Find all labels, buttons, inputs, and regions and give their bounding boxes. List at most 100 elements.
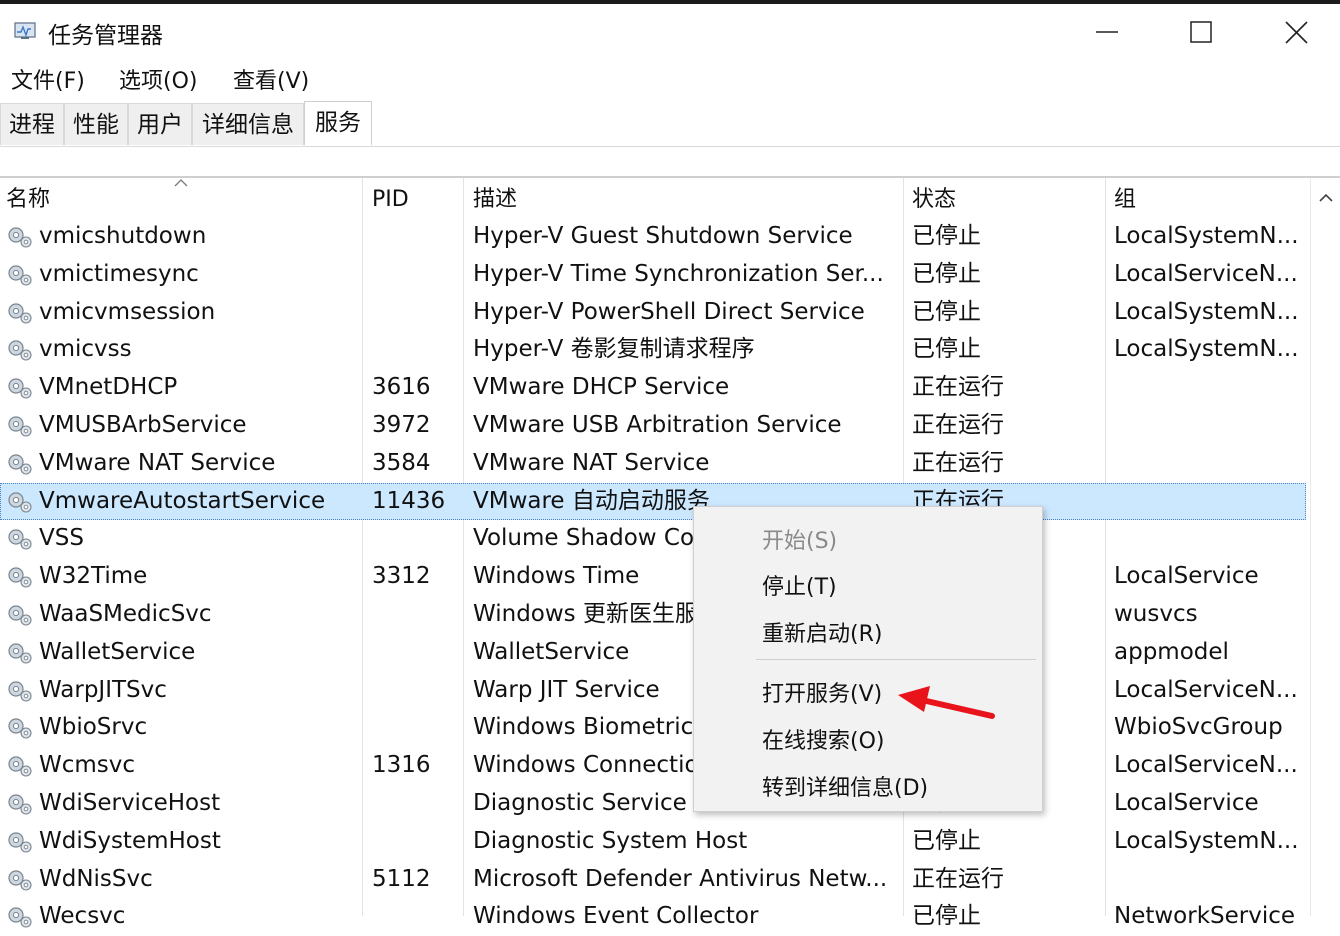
service-name: VSS <box>39 525 84 552</box>
service-list: vmicshutdown Hyper-V Guest Shutdown Servi… <box>0 218 1310 936</box>
menu-file[interactable]: 文件(F) <box>11 63 85 95</box>
column-header-group[interactable]: 组 <box>1108 178 1308 218</box>
service-row[interactable]: VMnetDHCP 3616 VMware DHCP Service 正在运行 <box>0 369 1306 407</box>
sort-ascending-icon <box>174 179 188 187</box>
service-status: 已停止 <box>912 336 981 363</box>
service-gear-icon <box>4 337 36 363</box>
service-row[interactable]: W32Time3312Windows Time正在运行LocalService <box>0 558 1306 596</box>
service-description: Diagnostic System Host <box>473 827 748 854</box>
tab-performance[interactable]: 性能 <box>64 103 128 145</box>
service-row[interactable]: WdiSystemHost Diagnostic System Host 已停止 Lo… <box>0 823 1306 861</box>
service-group <box>1114 483 1306 521</box>
minimize-button[interactable] <box>1076 8 1136 56</box>
service-row[interactable]: vmicshutdown Hyper-V Guest Shutdown Servi… <box>0 218 1306 256</box>
service-gear-icon <box>4 300 36 326</box>
service-pid <box>372 218 462 256</box>
service-group: NetworkService <box>1114 903 1296 930</box>
column-header-status[interactable]: 状态 <box>906 178 1105 218</box>
service-gear-icon <box>4 224 36 250</box>
tab-details[interactable]: 详细信息 <box>192 103 304 145</box>
maximize-button[interactable] <box>1172 8 1232 56</box>
service-row[interactable]: WdNisSvc 5112 Microsoft Defender Antivirus… <box>0 861 1306 899</box>
service-pid: 3616 <box>372 374 431 401</box>
service-row[interactable]: WbioSrvcWindows Biometric Service已停止Wbio… <box>0 709 1306 747</box>
service-row[interactable]: Wcmsvc1316Windows Connection Manager正在运行… <box>0 747 1306 785</box>
context-menu-go-to-details[interactable]: 转到详细信息(D) <box>762 770 928 802</box>
service-pid: 1316 <box>372 752 431 779</box>
context-menu-stop[interactable]: 停止(T) <box>762 569 837 601</box>
service-group: LocalService <box>1114 789 1259 816</box>
service-name: vmicvmsession <box>39 298 216 325</box>
service-group: WbioSvcGroup <box>1114 714 1283 741</box>
service-gear-icon <box>4 451 36 477</box>
service-row[interactable]: WdiServiceHostDiagnostic Service Host已停止… <box>0 785 1306 823</box>
window-title: 任务管理器 <box>48 23 163 49</box>
service-group: LocalSystemN... <box>1114 223 1299 249</box>
service-group: LocalService <box>1114 563 1259 590</box>
column-header-description[interactable]: 描述 <box>467 178 903 218</box>
context-menu-search-online[interactable]: 在线搜索(O) <box>762 723 884 755</box>
service-name: WalletService <box>39 638 196 665</box>
service-description: VMware USB Arbitration Service <box>473 411 842 438</box>
service-group: LocalServiceN... <box>1114 752 1298 779</box>
context-menu-separator <box>756 659 1036 660</box>
service-gear-icon <box>4 829 36 855</box>
service-gear-icon <box>4 526 36 552</box>
scroll-up-icon[interactable] <box>1311 184 1340 212</box>
service-row[interactable]: vmicvss Hyper-V 卷影复制请求程序 已停止 LocalSystemN..… <box>0 331 1306 369</box>
service-pid <box>372 520 462 558</box>
title-bar[interactable]: 任务管理器 <box>0 4 1340 54</box>
tab-processes[interactable]: 进程 <box>0 103 64 145</box>
menu-bar: 文件(F) 选项(O) 查看(V) <box>0 54 1340 98</box>
service-gear-icon <box>4 489 36 515</box>
vertical-scrollbar[interactable] <box>1310 178 1340 916</box>
service-description: Hyper-V 卷影复制请求程序 <box>473 336 755 363</box>
services-table: 名称 PID 描述 状态 组 vmicshutdown Hyper-V Guest… <box>0 176 1340 929</box>
context-menu-restart[interactable]: 重新启动(R) <box>762 616 882 648</box>
service-row[interactable]: WarpJITSvcWarp JIT Service已停止LocalServic… <box>0 672 1306 710</box>
column-header-pid[interactable]: PID <box>366 178 463 218</box>
service-group <box>1114 445 1306 483</box>
menu-options[interactable]: 选项(O) <box>119 63 197 95</box>
context-menu-start[interactable]: 开始(S) <box>762 523 837 555</box>
annotation-arrow-icon <box>898 686 995 719</box>
service-gear-icon <box>4 413 36 439</box>
service-description: Hyper-V Guest Shutdown Service <box>473 223 853 249</box>
service-pid <box>372 709 462 747</box>
service-gear-icon <box>4 262 36 288</box>
service-name: WaaSMedicSvc <box>39 600 212 627</box>
service-row[interactable]: WaaSMedicSvcWindows 更新医生服务已停止wusvcs <box>0 596 1306 634</box>
menu-view[interactable]: 查看(V) <box>233 63 309 95</box>
service-row[interactable]: vmicvmsession Hyper-V PowerShell Direct S… <box>0 294 1306 332</box>
service-row[interactable]: vmictimesync Hyper-V Time Synchronization… <box>0 256 1306 294</box>
context-menu: 开始(S) 停止(T) 重新启动(R) 打开服务(V) 在线搜索(O) 转到详细… <box>693 506 1043 812</box>
service-name: WarpJITSvc <box>39 676 167 703</box>
tab-services[interactable]: 服务 <box>304 101 372 145</box>
service-group <box>1114 520 1306 558</box>
service-description: VMware DHCP Service <box>473 374 730 401</box>
service-row[interactable]: VMUSBArbService 3972 VMware USB Arbitratio… <box>0 407 1306 445</box>
service-row[interactable]: VMware NAT Service 3584 VMware NAT Service… <box>0 445 1306 483</box>
service-group: wusvcs <box>1114 600 1198 627</box>
service-status: 正在运行 <box>912 374 1004 401</box>
context-menu-open-services[interactable]: 打开服务(V) <box>762 676 882 708</box>
table-header: 名称 PID 描述 状态 组 <box>0 178 1310 218</box>
service-group: LocalServiceN... <box>1114 676 1298 703</box>
service-row[interactable]: WalletServiceWalletService已停止appmodel <box>0 634 1306 672</box>
service-group <box>1114 861 1306 899</box>
service-name: WdiServiceHost <box>39 789 221 816</box>
service-pid <box>372 672 462 710</box>
service-pid <box>372 331 462 369</box>
service-name: VMware NAT Service <box>39 449 276 476</box>
service-description: Microsoft Defender Antivirus Netw... <box>473 865 888 892</box>
service-name: vmicvss <box>39 336 132 363</box>
service-row[interactable]: VSSVolume Shadow Copy已停止 <box>0 520 1306 558</box>
service-group: LocalSystemN... <box>1114 298 1299 325</box>
service-description: VMware NAT Service <box>473 449 710 476</box>
service-gear-icon <box>4 904 36 930</box>
close-button[interactable] <box>1266 8 1326 56</box>
service-row[interactable]: VmwareAutostartService 11436 VMware 自动启动服务… <box>0 482 1306 521</box>
service-status: 已停止 <box>912 260 981 287</box>
tab-users[interactable]: 用户 <box>128 103 192 145</box>
service-row[interactable]: Wecsvc Windows Event Collector 已停止 NetworkS… <box>0 898 1306 936</box>
